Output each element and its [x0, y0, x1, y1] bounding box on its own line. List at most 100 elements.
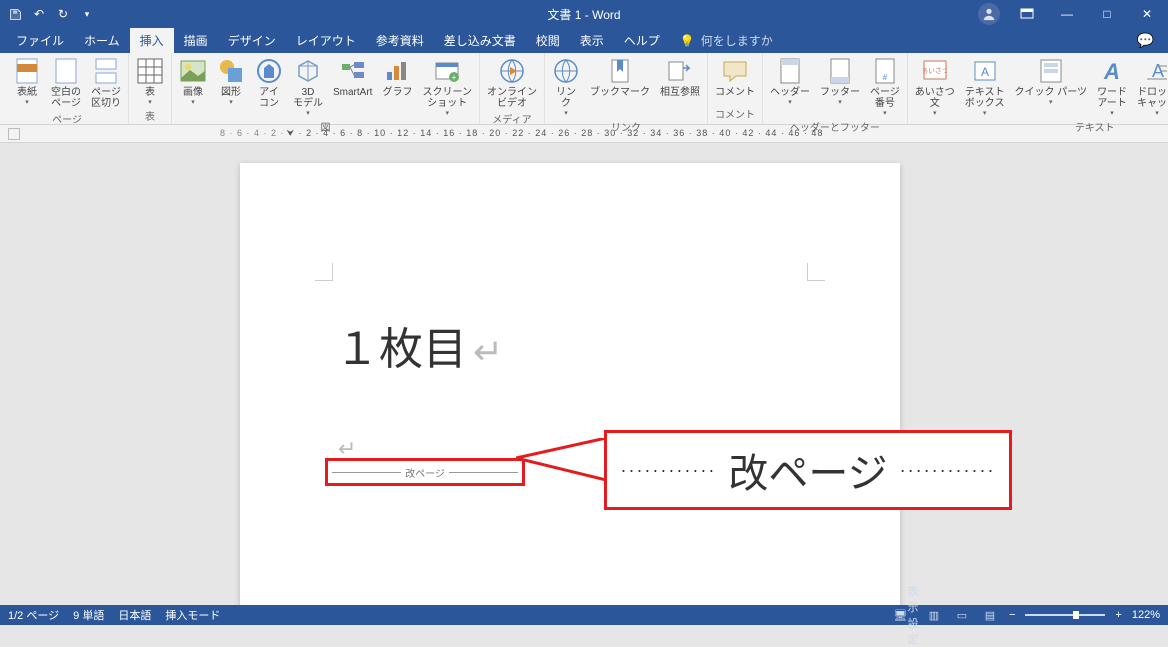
text-box-button[interactable]: Aテキスト ボックス▾ — [962, 55, 1008, 119]
lightbulb-icon: 💡 — [680, 34, 695, 48]
minimize-button[interactable]: — — [1054, 4, 1080, 24]
svg-text:あいさつ: あいさつ — [923, 67, 947, 75]
callout-connector — [516, 438, 616, 488]
link-button[interactable]: リン ク▾ — [549, 55, 583, 119]
dotted-line-right: ············ — [900, 460, 996, 481]
status-words[interactable]: 9 単語 — [73, 607, 104, 623]
svg-text:A: A — [981, 65, 989, 79]
page-number-button[interactable]: #ページ 番号▾ — [867, 55, 903, 119]
page-break-button[interactable]: ページ 区切り — [88, 55, 124, 111]
bookmark-button[interactable]: ブックマーク — [587, 55, 653, 100]
chart-button[interactable]: グラフ — [379, 55, 415, 100]
smartart-button[interactable]: SmartArt — [330, 55, 375, 100]
blank-page-button[interactable]: 空白の ページ — [48, 55, 84, 111]
zoom-in-button[interactable]: + — [1115, 609, 1121, 621]
tab-selector-icon[interactable] — [8, 128, 20, 140]
page-break-marker-highlight: 改ページ — [325, 458, 525, 486]
tab-file[interactable]: ファイル — [6, 28, 74, 53]
drop-cap-button[interactable]: Aドロップ キャップ▾ — [1134, 55, 1168, 119]
group-pages: 表紙▾ 空白の ページ ページ 区切り ページ — [6, 53, 129, 124]
tell-me[interactable]: 💡 何をしますか — [680, 32, 773, 49]
group-label-pages: ページ — [52, 111, 82, 128]
ruler-strip: 8 · 6 · 4 · 2 · ⮟ · 2 · 4 · 6 · 8 · 10 ·… — [0, 125, 1168, 143]
tab-draw[interactable]: 描画 — [174, 28, 218, 53]
group-label-text: テキスト — [1075, 119, 1115, 136]
svg-text:A: A — [1103, 59, 1120, 83]
tab-mailings[interactable]: 差し込み文書 — [434, 28, 526, 53]
display-settings-button[interactable]: 🖥 表示設定 — [897, 608, 915, 622]
print-layout-icon[interactable]: ▭ — [953, 608, 971, 622]
page-1[interactable]: １枚目↵ ↵ 改ページ — [240, 163, 900, 605]
quick-access-toolbar: ↶ ↻ ▾ — [0, 7, 94, 21]
tell-me-text: 何をしますか — [701, 32, 773, 49]
greeting-button[interactable]: あいさつあいさつ 文▾ — [912, 55, 958, 119]
read-mode-icon[interactable]: ▥ — [925, 608, 943, 622]
qat-customize-icon[interactable]: ▾ — [80, 7, 94, 21]
status-bar: 1/2 ページ 9 単語 日本語 挿入モード 🖥 表示設定 ▥ ▭ ▤ − + … — [0, 605, 1168, 625]
shapes-button[interactable]: 図形▾ — [214, 55, 248, 108]
screenshot-button[interactable]: +スクリーン ショット▾ — [419, 55, 475, 119]
cover-page-button[interactable]: 表紙▾ — [10, 55, 44, 108]
group-tables: 表▾ 表 — [129, 53, 172, 124]
group-comments: コメント コメント — [708, 53, 763, 124]
tab-insert[interactable]: 挿入 — [130, 28, 174, 53]
window-title: 文書 1 - Word — [547, 6, 620, 23]
group-media: オンライン ビデオ メディア — [480, 53, 545, 124]
group-text: あいさつあいさつ 文▾ Aテキスト ボックス▾ クイック パーツ▾ Aワード ア… — [908, 53, 1168, 124]
group-links: リン ク▾ ブックマーク 相互参照 リンク — [545, 53, 708, 124]
tab-layout[interactable]: レイアウト — [286, 28, 366, 53]
document-area[interactable]: １枚目↵ ↵ 改ページ — [0, 143, 1168, 605]
online-video-button[interactable]: オンライン ビデオ — [484, 55, 540, 111]
dotted-line-left: ············ — [620, 460, 716, 481]
group-illustrations: 画像▾ 図形▾ アイ コン 3D モデル▾ SmartArt グラフ +スクリー… — [172, 53, 480, 124]
tab-view[interactable]: 表示 — [570, 28, 614, 53]
web-layout-icon[interactable]: ▤ — [981, 608, 999, 622]
status-language[interactable]: 日本語 — [118, 607, 151, 623]
tab-design[interactable]: デザイン — [218, 28, 286, 53]
ribbon-tabs: ファイル ホーム 挿入 描画 デザイン レイアウト 参考資料 差し込み文書 校閲… — [0, 28, 1168, 53]
tab-review[interactable]: 校閲 — [526, 28, 570, 53]
group-label-comments: コメント — [715, 106, 755, 123]
horizontal-ruler[interactable]: 8 · 6 · 4 · 2 · ⮟ · 2 · 4 · 6 · 8 · 10 ·… — [220, 128, 823, 139]
group-header-footer: ヘッダー▾ フッター▾ #ページ 番号▾ ヘッダーとフッター — [763, 53, 908, 124]
maximize-button[interactable]: □ — [1094, 4, 1120, 24]
close-button[interactable]: ✕ — [1134, 4, 1160, 24]
redo-icon[interactable]: ↻ — [56, 7, 70, 21]
titlebar: ↶ ↻ ▾ 文書 1 - Word — □ ✕ — [0, 0, 1168, 28]
account-icon[interactable] — [978, 3, 1000, 25]
quick-parts-button[interactable]: クイック パーツ▾ — [1011, 55, 1090, 108]
table-button[interactable]: 表▾ — [133, 55, 167, 108]
margin-corner-tr — [807, 263, 825, 281]
cross-reference-button[interactable]: 相互参照 — [657, 55, 703, 100]
svg-text:+: + — [452, 73, 457, 82]
tab-references[interactable]: 参考資料 — [366, 28, 434, 53]
margin-corner-tl — [315, 263, 333, 281]
ribbon: 表紙▾ 空白の ページ ページ 区切り ページ 表▾ 表 画像▾ 図形▾ アイ … — [0, 53, 1168, 125]
status-page[interactable]: 1/2 ページ — [8, 607, 59, 623]
wordart-button[interactable]: Aワード アート▾ — [1094, 55, 1130, 119]
3d-models-button[interactable]: 3D モデル▾ — [290, 55, 326, 119]
callout-magnified: ············ 改ページ ············ — [604, 430, 1012, 510]
svg-text:#: # — [883, 73, 888, 82]
tab-home[interactable]: ホーム — [74, 28, 130, 53]
footer-button[interactable]: フッター▾ — [817, 55, 863, 108]
paragraph-mark-icon: ↵ — [473, 331, 503, 372]
save-icon[interactable] — [8, 7, 22, 21]
ribbon-display-options-icon[interactable] — [1014, 4, 1040, 24]
group-label-media: メディア — [492, 111, 531, 128]
comment-button[interactable]: コメント — [712, 55, 758, 100]
zoom-out-button[interactable]: − — [1009, 609, 1015, 621]
document-heading[interactable]: １枚目 — [335, 325, 467, 374]
icons-button[interactable]: アイ コン — [252, 55, 286, 111]
callout-text: 改ページ — [728, 441, 887, 499]
undo-icon[interactable]: ↶ — [32, 7, 46, 21]
pictures-button[interactable]: 画像▾ — [176, 55, 210, 108]
tab-help[interactable]: ヘルプ — [614, 28, 670, 53]
header-button[interactable]: ヘッダー▾ — [767, 55, 813, 108]
zoom-level[interactable]: 122% — [1132, 609, 1160, 621]
zoom-slider[interactable] — [1025, 614, 1105, 616]
page-break-label: 改ページ — [405, 465, 445, 480]
comments-pane-icon[interactable]: 💬 — [1137, 32, 1168, 49]
group-label-tables: 表 — [145, 108, 155, 125]
status-insert-mode[interactable]: 挿入モード — [165, 607, 220, 623]
